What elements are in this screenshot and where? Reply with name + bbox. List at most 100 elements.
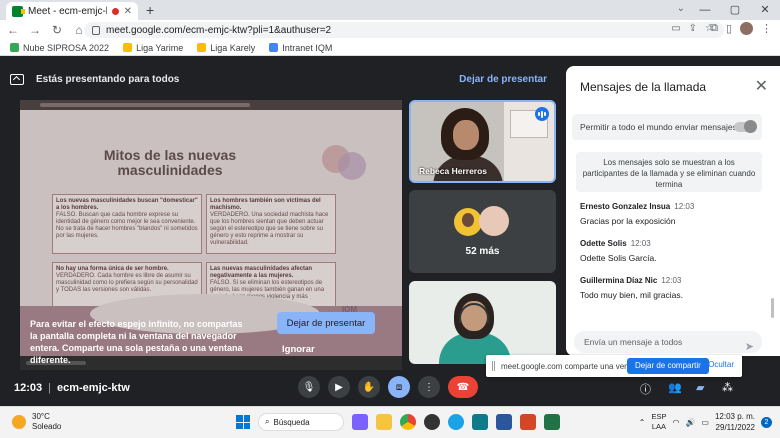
chat-icon[interactable]: ▰ xyxy=(696,381,704,394)
system-tray: ⌃ ESP LAA ◠ 🔊 ▭ 12:03 p. m. 29/11/2022 2 xyxy=(639,411,772,433)
bookmark-intranet-iqm[interactable]: Intranet IQM xyxy=(269,43,332,53)
word-icon[interactable] xyxy=(496,414,512,430)
extensions-icon[interactable]: ⧉ xyxy=(710,22,718,35)
slide-box-body: FALSO. Buscan que cada hombre exprese su… xyxy=(56,212,198,239)
ignore-button[interactable]: Ignorar xyxy=(282,344,315,355)
hide-link[interactable]: Ocultar xyxy=(708,360,734,369)
more-participants-count: 52 más xyxy=(465,246,500,257)
chat-messages: Ernesto Gonzalez Insua 12:03 Gracias por … xyxy=(580,202,760,313)
share-notification: meet.google.com comparte una ventana. De… xyxy=(486,355,742,377)
minimize-icon[interactable]: — xyxy=(690,0,720,20)
share-icon[interactable]: ⇪ xyxy=(689,23,697,34)
message-text: Gracias por la exposición xyxy=(580,216,676,226)
present-button[interactable]: ⧈ xyxy=(388,376,410,398)
close-icon[interactable]: ✕ xyxy=(755,76,768,96)
message-author: Guillermina Díaz Nic xyxy=(580,276,658,285)
bookmark-liga-karely[interactable]: Liga Karely xyxy=(197,43,255,53)
forward-icon[interactable]: → xyxy=(26,23,44,37)
activities-icon[interactable]: ⁂ xyxy=(722,381,733,394)
message-author: Ernesto Gonzalez Insua xyxy=(580,202,671,211)
windows-taskbar: 30°C Soleado ⌕ Búsqueda ⌃ ESP LAA ◠ 🔊 ▭ 1… xyxy=(0,406,780,438)
file-explorer-icon[interactable] xyxy=(376,414,392,430)
language-code: ESP xyxy=(651,412,667,421)
slide-box-title: Los hombres también son víctimas del mac… xyxy=(210,198,321,211)
message-time: 12:03 xyxy=(661,276,682,285)
photos-icon[interactable] xyxy=(472,414,488,430)
bookmarks-bar: Nube SIPROSA 2022 Liga Yarime Liga Karel… xyxy=(0,40,780,56)
clock-date: 29/11/2022 xyxy=(715,423,755,432)
chevron-up-icon[interactable]: ⌃ xyxy=(639,418,646,427)
bookmark-liga-yarime[interactable]: Liga Yarime xyxy=(123,43,183,53)
camera-icon: ▶ xyxy=(335,381,343,393)
chrome-icon[interactable] xyxy=(400,414,416,430)
raise-hand-button[interactable]: ✋ xyxy=(358,376,380,398)
more-participants-tile[interactable]: 52 más xyxy=(409,190,556,273)
slide-box-title: Las nuevas masculinidades afectan negati… xyxy=(210,266,313,279)
bookmark-icon xyxy=(197,43,207,52)
language-indicator[interactable]: ESP LAA xyxy=(651,412,666,432)
volume-icon[interactable]: 🔊 xyxy=(685,418,695,427)
chat-scrollbar[interactable] xyxy=(771,298,774,318)
camera-button[interactable]: ▶ xyxy=(328,376,350,398)
notification-badge[interactable]: 2 xyxy=(761,416,772,428)
participant-avatar xyxy=(454,208,482,236)
maximize-icon[interactable]: ▢ xyxy=(720,0,750,20)
wifi-icon[interactable]: ◠ xyxy=(672,418,679,427)
battery-icon[interactable]: ▭ xyxy=(701,418,709,427)
new-tab-button[interactable]: + xyxy=(146,2,154,18)
taskbar-search[interactable]: ⌕ Búsqueda xyxy=(258,413,344,431)
self-view-tile[interactable] xyxy=(409,281,556,364)
address-bar[interactable]: meet.google.com/ecm-emjc-ktw?pli=1&authu… xyxy=(84,22,724,38)
message-header: Guillermina Díaz Nic 12:03 xyxy=(580,276,760,285)
edge-icon[interactable] xyxy=(448,414,464,430)
stop-sharing-button[interactable]: Dejar de compartir xyxy=(627,358,709,374)
video-app-icon[interactable] xyxy=(352,414,368,430)
drag-handle-icon[interactable] xyxy=(492,361,495,371)
close-tab-icon[interactable]: ✕ xyxy=(124,6,132,17)
people-icon[interactable]: 👥 xyxy=(668,381,682,394)
participant-name: Rebeca Herreros xyxy=(419,166,488,176)
info-icon[interactable]: ⓘ xyxy=(640,381,651,397)
clock-time: 12:03 p. m. xyxy=(714,412,755,421)
side-panel-icon[interactable]: ▯ xyxy=(726,22,732,35)
close-window-icon[interactable]: ✕ xyxy=(750,0,780,20)
chat-message: Ernesto Gonzalez Insua 12:03 Gracias por … xyxy=(580,202,760,226)
microphone-button[interactable]: 🎙 xyxy=(298,376,320,398)
taskbar-clock[interactable]: 12:03 p. m. 29/11/2022 xyxy=(715,411,755,433)
browser-tab[interactable]: Meet - ecm-emjc-ktw ✕ xyxy=(6,2,138,20)
allow-messages-label: Permitir a todo el mundo enviar mensajes xyxy=(580,122,737,132)
message-text: Todo muy bien, mil gracias. xyxy=(580,290,683,300)
back-icon[interactable]: ← xyxy=(4,23,22,37)
stop-presenting-link[interactable]: Dejar de presentar xyxy=(459,74,547,85)
hand-icon: ✋ xyxy=(362,381,376,393)
participant-face xyxy=(453,120,479,150)
excel-icon[interactable] xyxy=(544,414,560,430)
menu-dots-icon[interactable]: ⋮ xyxy=(761,22,772,35)
lock-icon[interactable] xyxy=(92,25,100,35)
weather-text: 30°C Soleado xyxy=(32,412,61,432)
windows-start-icon[interactable] xyxy=(236,415,250,429)
bookmark-label: Intranet IQM xyxy=(282,42,333,53)
reload-icon[interactable]: ↻ xyxy=(48,23,66,37)
temperature: 30°C xyxy=(32,412,50,421)
end-call-button[interactable]: ☎ xyxy=(448,376,478,398)
weather-widget[interactable]: 30°C Soleado xyxy=(12,412,61,432)
stop-presenting-button[interactable]: Dejar de presentar xyxy=(277,312,375,334)
send-icon[interactable]: ➤ xyxy=(745,336,754,358)
participant-tile[interactable]: Rebeca Herreros xyxy=(409,100,556,183)
message-header: Ernesto Gonzalez Insua 12:03 xyxy=(580,202,760,211)
tab-search-icon[interactable]: ⌄ xyxy=(677,3,685,14)
profile-avatar[interactable] xyxy=(740,22,753,35)
participant-avatar xyxy=(479,206,509,236)
more-options-button[interactable]: ⋮ xyxy=(418,376,440,398)
bookmark-nube-siprosa[interactable]: Nube SIPROSA 2022 xyxy=(10,43,109,53)
dell-icon[interactable] xyxy=(424,414,440,430)
keyboard-layout: LAA xyxy=(651,422,667,431)
more-vert-icon: ⋮ xyxy=(424,381,434,393)
chat-input[interactable]: Envía un mensaje a todos ➤ xyxy=(574,331,762,353)
url-text: meet.google.com/ecm-emjc-ktw?pli=1&authu… xyxy=(106,24,332,36)
allow-messages-toggle[interactable] xyxy=(734,120,757,133)
camera-in-use-icon[interactable]: ▭ xyxy=(671,23,680,34)
slide-box-body: VERDADERO. Cada hombre es libre de asumi… xyxy=(56,273,198,293)
powerpoint-icon[interactable] xyxy=(520,414,536,430)
